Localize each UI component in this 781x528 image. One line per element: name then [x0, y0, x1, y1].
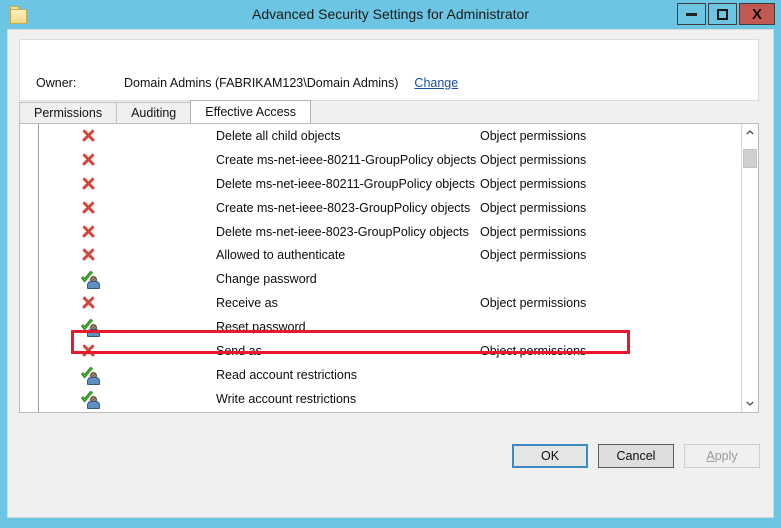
effective-access-list: Delete all child objects Object permissio…	[19, 123, 759, 413]
access-status-cell	[80, 128, 98, 144]
deny-x-icon	[80, 152, 96, 167]
tab-auditing[interactable]: Auditing	[116, 102, 191, 123]
apply-accelerator: A	[706, 449, 714, 463]
scroll-down-button[interactable]	[742, 395, 758, 412]
access-status-cell	[80, 247, 98, 263]
owner-value: Domain Admins (FABRIKAM123\Domain Admins…	[124, 76, 398, 90]
permission-type-cell: Object permissions	[480, 201, 586, 215]
access-status-cell	[80, 295, 98, 311]
minimize-icon	[686, 13, 697, 16]
permission-type-cell: Object permissions	[480, 153, 586, 167]
deny-x-icon	[80, 128, 96, 143]
advanced-security-settings-window: Advanced Security Settings for Administr…	[0, 0, 781, 528]
chevron-down-icon	[746, 401, 754, 406]
allow-check-user-icon	[80, 391, 98, 407]
access-status-cell	[80, 391, 98, 407]
permission-name-cell: Reset password	[216, 320, 306, 334]
table-row[interactable]: Reset password	[20, 315, 742, 339]
table-row[interactable]: Create ms-net-ieee-80211-GroupPolicy obj…	[20, 148, 742, 172]
table-row[interactable]: Create ms-net-ieee-8023-GroupPolicy obje…	[20, 196, 742, 220]
apply-button[interactable]: Apply	[684, 444, 760, 468]
deny-x-icon	[80, 295, 96, 310]
list-viewport: Delete all child objects Object permissio…	[20, 124, 742, 412]
permission-name-cell: Send as	[216, 344, 262, 358]
tab-effective-access[interactable]: Effective Access	[190, 100, 311, 123]
deny-x-icon	[80, 247, 96, 262]
owner-panel: Owner: Domain Admins (FABRIKAM123\Domain…	[19, 39, 759, 101]
deny-x-icon	[80, 343, 96, 358]
permission-name-cell: Write account restrictions	[216, 392, 356, 406]
permission-type-cell: Object permissions	[480, 225, 586, 239]
table-row[interactable]: Send as Object permissions	[20, 339, 742, 363]
ok-button[interactable]: OK	[512, 444, 588, 468]
minimize-button[interactable]	[677, 3, 706, 25]
permission-type-cell: Object permissions	[480, 344, 586, 358]
access-status-cell	[80, 367, 98, 383]
access-status-cell	[80, 152, 98, 168]
apply-label-rest: pply	[715, 449, 738, 463]
tab-strip: PermissionsAuditingEffective Access	[19, 101, 759, 123]
dialog-buttons: OK Cancel Apply	[512, 444, 760, 468]
dialog-footer: OK Cancel Apply	[8, 425, 773, 517]
deny-x-icon	[80, 200, 96, 215]
owner-label: Owner:	[36, 76, 124, 90]
allow-check-user-icon	[80, 367, 98, 383]
chevron-up-icon	[746, 130, 754, 135]
permission-name-cell: Create ms-net-ieee-80211-GroupPolicy obj…	[216, 153, 476, 167]
window-controls: X	[677, 3, 775, 25]
table-row[interactable]: Receive as Object permissions	[20, 291, 742, 315]
vertical-scrollbar[interactable]	[741, 124, 758, 412]
table-row[interactable]: Change password	[20, 267, 742, 291]
permission-type-cell: Object permissions	[480, 296, 586, 310]
cancel-button[interactable]: Cancel	[598, 444, 674, 468]
change-owner-link[interactable]: Change	[414, 76, 458, 90]
allow-check-user-icon	[80, 271, 98, 287]
allow-check-user-icon	[80, 319, 98, 335]
maximize-button[interactable]	[708, 3, 737, 25]
table-row[interactable]: Read general information	[20, 411, 742, 412]
scrollbar-thumb[interactable]	[743, 149, 757, 168]
list-rows: Delete all child objects Object permissio…	[20, 124, 742, 412]
access-status-cell	[80, 343, 98, 359]
table-row[interactable]: Read account restrictions	[20, 363, 742, 387]
permission-name-cell: Change password	[216, 272, 317, 286]
table-row[interactable]: Write account restrictions	[20, 387, 742, 411]
permission-name-cell: Allowed to authenticate	[216, 248, 345, 262]
table-row[interactable]: Delete ms-net-ieee-8023-GroupPolicy obje…	[20, 220, 742, 244]
permission-name-cell: Delete all child objects	[216, 129, 340, 143]
scroll-up-button[interactable]	[742, 124, 758, 141]
access-status-cell	[80, 271, 98, 287]
maximize-icon	[717, 9, 728, 20]
permission-name-cell: Receive as	[216, 296, 278, 310]
table-row[interactable]: Delete ms-net-ieee-80211-GroupPolicy obj…	[20, 172, 742, 196]
access-status-cell	[80, 224, 98, 240]
permission-name-cell: Delete ms-net-ieee-80211-GroupPolicy obj…	[216, 177, 475, 191]
table-row[interactable]: Delete all child objects Object permissio…	[20, 124, 742, 148]
table-row[interactable]: Allowed to authenticate Object permission…	[20, 243, 742, 267]
deny-x-icon	[80, 224, 96, 239]
deny-x-icon	[80, 176, 96, 191]
permission-type-cell: Object permissions	[480, 129, 586, 143]
access-status-cell	[80, 200, 98, 216]
access-status-cell	[80, 176, 98, 192]
title-bar[interactable]: Advanced Security Settings for Administr…	[0, 0, 781, 29]
close-icon: X	[752, 7, 762, 22]
close-button[interactable]: X	[739, 3, 775, 25]
permission-name-cell: Create ms-net-ieee-8023-GroupPolicy obje…	[216, 201, 470, 215]
permission-name-cell: Delete ms-net-ieee-8023-GroupPolicy obje…	[216, 225, 469, 239]
access-status-cell	[80, 319, 98, 335]
permission-name-cell: Read account restrictions	[216, 368, 357, 382]
window-title: Advanced Security Settings for Administr…	[0, 0, 781, 29]
permission-type-cell: Object permissions	[480, 177, 586, 191]
window-client-area: Owner: Domain Admins (FABRIKAM123\Domain…	[7, 29, 774, 518]
tab-permissions[interactable]: Permissions	[19, 102, 117, 123]
permission-type-cell: Object permissions	[480, 248, 586, 262]
owner-row: Owner: Domain Admins (FABRIKAM123\Domain…	[36, 76, 458, 90]
